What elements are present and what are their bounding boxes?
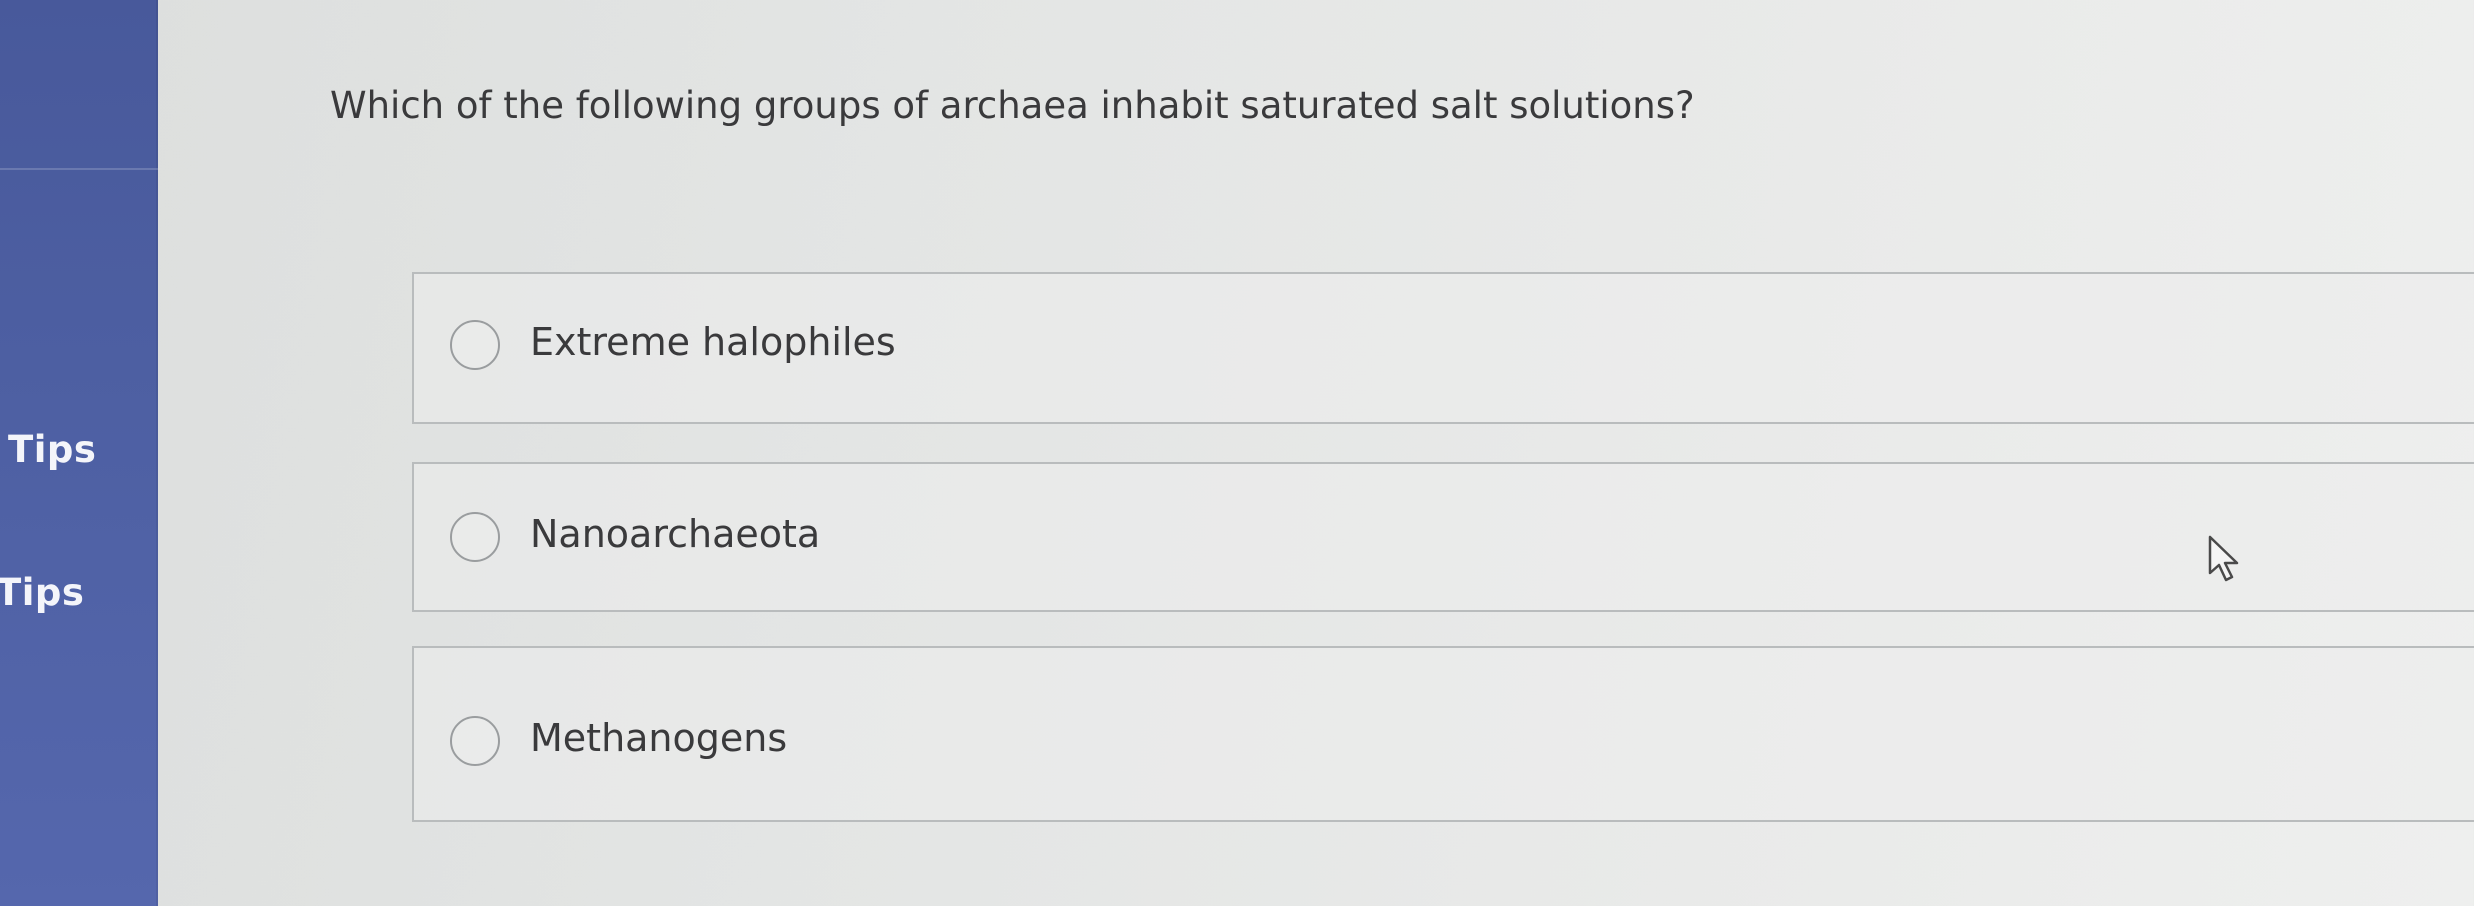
- answer-option-label: Nanoarchaeota: [530, 512, 821, 556]
- sidebar: Tips Tips: [0, 0, 158, 906]
- answer-option[interactable]: Extreme halophiles: [412, 272, 2474, 424]
- sidebar-tips-link[interactable]: Tips: [0, 571, 84, 614]
- sidebar-divider: [0, 168, 158, 170]
- answer-option-label: Methanogens: [530, 716, 788, 760]
- radio-button[interactable]: [450, 512, 500, 562]
- radio-button[interactable]: [450, 716, 500, 766]
- answer-option-label: Extreme halophiles: [530, 320, 896, 364]
- radio-button[interactable]: [450, 320, 500, 370]
- question-text: Which of the following groups of archaea…: [330, 84, 1695, 127]
- answer-option[interactable]: Nanoarchaeota: [412, 462, 2474, 612]
- answer-option[interactable]: Methanogens: [412, 646, 2474, 822]
- arrow-pointer-icon: [2208, 535, 2239, 582]
- sidebar-tips-link[interactable]: Tips: [8, 428, 96, 471]
